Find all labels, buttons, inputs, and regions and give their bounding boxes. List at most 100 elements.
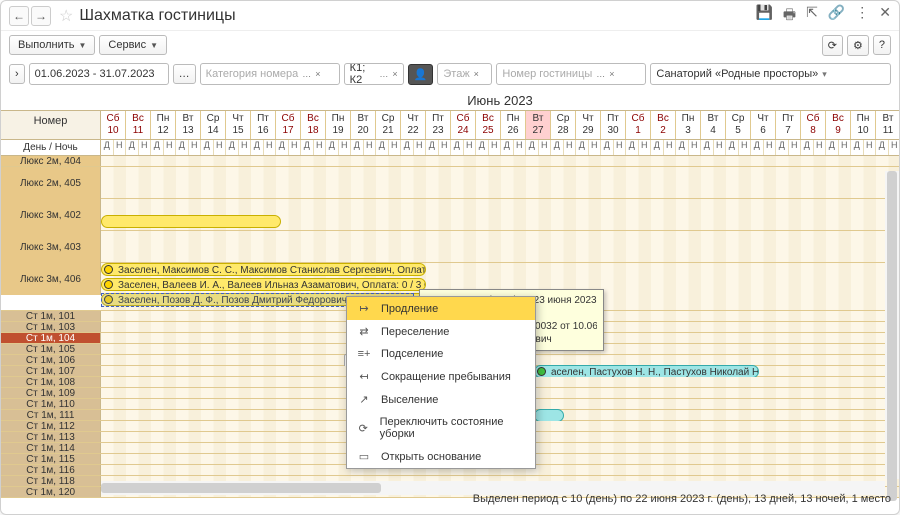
day-header-9[interactable]: Вс9 — [826, 111, 851, 139]
hotel-field[interactable]: Санаторий «Родные просторы»▾ — [650, 63, 891, 85]
room-label[interactable]: Ст 1м, 115 — [1, 454, 101, 464]
execute-button[interactable]: Выполнить▼ — [9, 35, 95, 55]
vertical-scroll-thumb[interactable] — [887, 171, 897, 501]
cells-area[interactable] — [101, 167, 899, 198]
room-label[interactable]: Ст 1м, 112 — [1, 421, 101, 431]
ctx-item-переключить-состояние-уборки[interactable]: ⟳Переключить состояние уборки — [347, 411, 535, 445]
room-label[interactable]: Ст 1м, 114 — [1, 443, 101, 453]
room-label[interactable]: Ст 1м, 106 — [1, 355, 101, 365]
room-label[interactable]: Ст 1м, 104 — [1, 333, 101, 343]
room-row[interactable]: Люкс 2м, 405 — [1, 167, 899, 199]
day-header-18[interactable]: Вс18 — [301, 111, 326, 139]
day-header-10[interactable]: Пн10 — [851, 111, 876, 139]
category-field[interactable]: Категория номера…× — [200, 63, 340, 85]
export-icon[interactable]: ⇱ — [806, 4, 818, 28]
service-button[interactable]: Сервис▼ — [99, 35, 167, 55]
room-row[interactable]: Люкс 2м, 404 — [1, 156, 899, 167]
room-label[interactable]: Ст 1м, 108 — [1, 377, 101, 387]
guest-button[interactable]: 👤 — [408, 64, 434, 85]
nav-back-button[interactable]: ← — [9, 6, 29, 26]
period-next-button[interactable]: › — [9, 64, 25, 84]
room-label[interactable]: Ст 1м, 109 — [1, 388, 101, 398]
vertical-scrollbar[interactable] — [885, 171, 899, 479]
horizontal-scroll-thumb[interactable] — [101, 483, 381, 493]
room-label[interactable]: Ст 1м, 101 — [1, 311, 101, 321]
room-row[interactable]: Люкс 3м, 403 — [1, 231, 899, 263]
close-icon[interactable]: ✕ — [879, 4, 891, 28]
ctx-item-подселение[interactable]: ≡+Подселение — [347, 343, 535, 365]
room-number-field[interactable]: Номер гостиницы…× — [496, 63, 646, 85]
day-header-14[interactable]: Ср14 — [201, 111, 226, 139]
booking-bar[interactable] — [101, 215, 281, 228]
refresh-button[interactable]: ⟳ — [822, 35, 843, 56]
day-header-30[interactable]: Пт30 — [601, 111, 626, 139]
ctx-item-открыть-основание[interactable]: ▭Открыть основание — [347, 445, 535, 468]
day-header-28[interactable]: Ср28 — [551, 111, 576, 139]
day-header-12[interactable]: Пн12 — [151, 111, 176, 139]
day-header-13[interactable]: Вт13 — [176, 111, 201, 139]
cells-area[interactable] — [101, 156, 899, 166]
save-icon[interactable]: 💾 — [755, 4, 772, 28]
room-label[interactable]: Ст 1м, 107 — [1, 366, 101, 376]
day-header-11[interactable]: Вт11 — [876, 111, 899, 139]
day-header-1[interactable]: Сб1 — [626, 111, 651, 139]
day-header-23[interactable]: Пт23 — [426, 111, 451, 139]
floor-field[interactable]: Этаж× — [437, 63, 492, 85]
room-label[interactable]: Люкс 3м, 403 — [1, 231, 101, 263]
day-header-26[interactable]: Пн26 — [501, 111, 526, 139]
day-header-11[interactable]: Вс11 — [126, 111, 151, 139]
ctx-item-продление[interactable]: ↦Продление — [347, 297, 535, 320]
more-icon[interactable]: ⋮ — [855, 4, 869, 28]
cells-area[interactable] — [101, 199, 899, 230]
help-button[interactable]: ? — [873, 35, 891, 55]
room-label[interactable]: Люкс 3м, 406 — [1, 263, 101, 295]
ctx-item-сокращение-пребывания[interactable]: ↤Сокращение пребывания — [347, 365, 535, 388]
day-header-29[interactable]: Чт29 — [576, 111, 601, 139]
day-header-27[interactable]: Вт27 — [526, 111, 551, 139]
corps-field[interactable]: К1; К2…× — [344, 63, 404, 85]
booking-bar[interactable]: Заселен, Максимов С. С., Максимов Станис… — [101, 263, 426, 276]
room-row[interactable]: Люкс 3м, 402 — [1, 199, 899, 231]
period-field[interactable]: 01.06.2023 - 31.07.2023 — [29, 63, 169, 85]
room-label[interactable]: Люкс 2м, 405 — [1, 167, 101, 199]
room-label[interactable]: Ст 1м, 110 — [1, 399, 101, 409]
nav-forward-button[interactable]: → — [31, 6, 51, 26]
day-header-16[interactable]: Пт16 — [251, 111, 276, 139]
day-header-3[interactable]: Пн3 — [676, 111, 701, 139]
link-icon[interactable]: 🔗 — [828, 4, 845, 28]
day-header-20[interactable]: Вт20 — [351, 111, 376, 139]
day-header-17[interactable]: Сб17 — [276, 111, 301, 139]
day-header-8[interactable]: Сб8 — [801, 111, 826, 139]
print-icon[interactable]: 🖶 — [783, 4, 796, 28]
room-label[interactable]: Люкс 2м, 404 — [1, 156, 101, 166]
room-label[interactable]: Ст 1м, 111 — [1, 410, 101, 420]
dn-cell: Д — [151, 140, 164, 155]
room-label[interactable]: Люкс 3м, 402 — [1, 199, 101, 231]
day-header-6[interactable]: Чт6 — [751, 111, 776, 139]
day-header-5[interactable]: Ср5 — [726, 111, 751, 139]
day-header-19[interactable]: Пн19 — [326, 111, 351, 139]
settings-button[interactable]: ⚙ — [847, 35, 869, 56]
room-label[interactable]: Ст 1м, 116 — [1, 465, 101, 475]
day-header-7[interactable]: Пт7 — [776, 111, 801, 139]
booking-bar[interactable]: Заселен, Валеев И. А., Валеев Ильназ Аза… — [101, 278, 426, 291]
period-picker-button[interactable]: … — [173, 64, 196, 84]
favorite-star-icon[interactable]: ☆ — [59, 6, 73, 26]
room-label[interactable]: Ст 1м, 105 — [1, 344, 101, 354]
room-label[interactable]: Ст 1м, 103 — [1, 322, 101, 332]
ctx-item-выселение[interactable]: ↗Выселение — [347, 388, 535, 411]
day-header-4[interactable]: Вт4 — [701, 111, 726, 139]
ctx-item-переселение[interactable]: ⇄Переселение — [347, 320, 535, 343]
day-header-2[interactable]: Вс2 — [651, 111, 676, 139]
cells-area[interactable] — [101, 231, 899, 262]
room-label[interactable]: Ст 1м, 120 — [1, 487, 101, 497]
dn-label: День / Ночь — [1, 140, 101, 155]
room-label[interactable]: Ст 1м, 113 — [1, 432, 101, 442]
day-header-22[interactable]: Чт22 — [401, 111, 426, 139]
day-header-15[interactable]: Чт15 — [226, 111, 251, 139]
day-header-21[interactable]: Ср21 — [376, 111, 401, 139]
day-header-10[interactable]: Сб10 — [101, 111, 126, 139]
day-header-25[interactable]: Вс25 — [476, 111, 501, 139]
room-label[interactable]: Ст 1м, 118 — [1, 476, 101, 486]
day-header-24[interactable]: Сб24 — [451, 111, 476, 139]
